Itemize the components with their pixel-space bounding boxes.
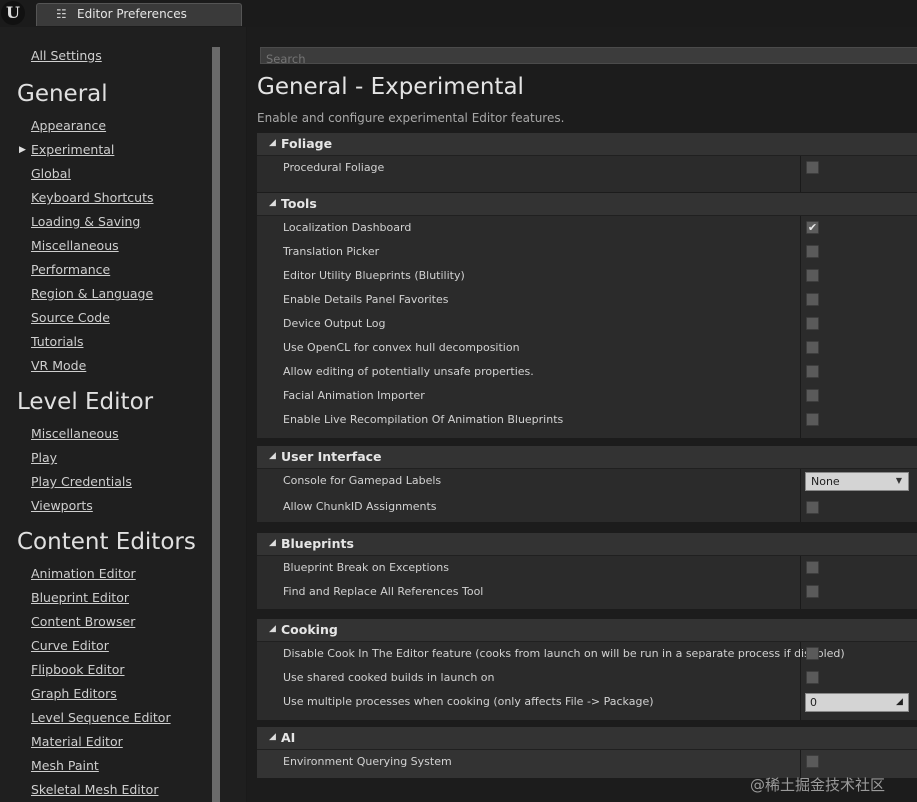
- watermark: @稀土掘金技术社区: [750, 776, 886, 794]
- facial-animation-checkbox[interactable]: [806, 389, 819, 402]
- sidebar-item-loading-saving[interactable]: Loading & Saving: [31, 214, 140, 229]
- sidebar-section-level-editor: Level Editor: [17, 389, 154, 415]
- collapse-arrow-icon: ◢: [269, 624, 276, 634]
- category-blueprints: ◢ Blueprints Blueprint Break on Exception…: [257, 533, 917, 609]
- sidebar-item-tutorials[interactable]: Tutorials: [31, 334, 83, 349]
- setting-row: Use multiple processes when cooking (onl…: [257, 690, 917, 720]
- details-favorites-checkbox[interactable]: [806, 293, 819, 306]
- translation-picker-checkbox[interactable]: [806, 245, 819, 258]
- sidebar-section-general: General: [17, 81, 108, 107]
- title-bar: U ☷ Editor Preferences: [0, 0, 917, 27]
- category-header[interactable]: ◢ Blueprints: [257, 533, 917, 556]
- cooking-processes-input[interactable]: 0 ◢: [805, 693, 909, 712]
- sidebar-scrollbar[interactable]: [212, 47, 220, 802]
- setting-row: Find and Replace All References Tool: [257, 580, 917, 609]
- collapse-arrow-icon: ◢: [269, 732, 276, 742]
- setting-row: Editor Utility Blueprints (Blutility): [257, 264, 917, 288]
- setting-row: Procedural Foliage: [257, 156, 917, 192]
- sidebar-item-keyboard-shortcuts[interactable]: Keyboard Shortcuts: [31, 190, 154, 205]
- find-replace-references-checkbox[interactable]: [806, 585, 819, 598]
- unreal-logo: U: [1, 1, 25, 25]
- category-tools: ◢ Tools Localization Dashboard ✔ Translati…: [257, 193, 917, 438]
- collapse-arrow-icon: ◢: [269, 138, 276, 148]
- environment-querying-checkbox[interactable]: [806, 755, 819, 768]
- sidebar-item-viewports[interactable]: Viewports: [31, 498, 93, 513]
- category-header[interactable]: ◢ AI: [257, 727, 917, 750]
- sidebar-item-material-editor[interactable]: Material Editor: [31, 734, 123, 749]
- sidebar-item-content-browser[interactable]: Content Browser: [31, 614, 135, 629]
- setting-row: Blueprint Break on Exceptions: [257, 556, 917, 580]
- sidebar-item-graph-editors[interactable]: Graph Editors: [31, 686, 117, 701]
- sidebar-item-animation-editor[interactable]: Animation Editor: [31, 566, 136, 581]
- dropdown-arrow-icon: ▼: [895, 476, 902, 485]
- sidebar-item-mesh-paint[interactable]: Mesh Paint: [31, 758, 99, 773]
- sidebar-item-skeletal-mesh-editor[interactable]: Skeletal Mesh Editor: [31, 782, 158, 797]
- tab-label: Editor Preferences: [77, 7, 187, 21]
- sidebar-item-source-code[interactable]: Source Code: [31, 310, 110, 325]
- setting-row: Device Output Log: [257, 312, 917, 336]
- page-description: Enable and configure experimental Editor…: [257, 111, 565, 125]
- setting-row: Translation Picker: [257, 240, 917, 264]
- page-title: General - Experimental: [257, 74, 524, 100]
- sidebar-item-vr-mode[interactable]: VR Mode: [31, 358, 86, 373]
- setting-row: Allow ChunkID Assignments: [257, 495, 917, 522]
- setting-row: Use OpenCL for convex hull decomposition: [257, 336, 917, 360]
- localization-dashboard-checkbox[interactable]: ✔: [806, 221, 819, 234]
- sidebar-item-play-credentials[interactable]: Play Credentials: [31, 474, 132, 489]
- settings-sidebar: All Settings General Appearance ▶ Experi…: [0, 27, 246, 802]
- sidebar-item-flipbook-editor[interactable]: Flipbook Editor: [31, 662, 125, 677]
- category-header[interactable]: ◢ Cooking: [257, 619, 917, 642]
- setting-row: Enable Details Panel Favorites: [257, 288, 917, 312]
- sidebar-section-content-editors: Content Editors: [17, 529, 196, 555]
- resize-grip-icon[interactable]: ◢: [896, 698, 905, 707]
- sidebar-item-play[interactable]: Play: [31, 450, 57, 465]
- settings-sliders-icon: ☷: [56, 7, 67, 21]
- setting-row: Use shared cooked builds in launch on: [257, 666, 917, 690]
- live-recompilation-checkbox[interactable]: [806, 413, 819, 426]
- sidebar-item-performance[interactable]: Performance: [31, 262, 110, 277]
- category-user-interface: ◢ User Interface Console for Gamepad Labe…: [257, 446, 917, 522]
- search-input[interactable]: [261, 52, 911, 67]
- category-header[interactable]: ◢ User Interface: [257, 446, 917, 469]
- gamepad-labels-dropdown[interactable]: None ▼: [805, 472, 909, 491]
- setting-row: Allow editing of potentially unsafe prop…: [257, 360, 917, 384]
- opencl-checkbox[interactable]: [806, 341, 819, 354]
- sidebar-item-level-miscellaneous[interactable]: Miscellaneous: [31, 426, 119, 441]
- collapse-arrow-icon: ◢: [269, 538, 276, 548]
- sidebar-item-curve-editor[interactable]: Curve Editor: [31, 638, 109, 653]
- setting-row: Facial Animation Importer: [257, 384, 917, 408]
- sidebar-item-miscellaneous[interactable]: Miscellaneous: [31, 238, 119, 253]
- sidebar-item-region-language[interactable]: Region & Language: [31, 286, 153, 301]
- procedural-foliage-checkbox[interactable]: [806, 161, 819, 174]
- device-output-log-checkbox[interactable]: [806, 317, 819, 330]
- sidebar-item-global[interactable]: Global: [31, 166, 71, 181]
- setting-row: Localization Dashboard ✔: [257, 216, 917, 240]
- chunkid-checkbox[interactable]: [806, 501, 819, 514]
- tab-editor-preferences[interactable]: ☷ Editor Preferences: [36, 3, 242, 26]
- unsafe-properties-checkbox[interactable]: [806, 365, 819, 378]
- setting-row: Console for Gamepad Labels None ▼: [257, 469, 917, 495]
- collapse-arrow-icon: ◢: [269, 198, 276, 208]
- category-foliage: ◢ Foliage Procedural Foliage: [257, 133, 917, 192]
- category-ai: ◢ AI Environment Querying System: [257, 727, 917, 778]
- blutility-checkbox[interactable]: [806, 269, 819, 282]
- collapse-arrow-icon: ◢: [269, 451, 276, 461]
- category-cooking: ◢ Cooking Disable Cook In The Editor feat…: [257, 619, 917, 720]
- sidebar-item-level-sequence-editor[interactable]: Level Sequence Editor: [31, 710, 171, 725]
- shared-cooked-builds-checkbox[interactable]: [806, 671, 819, 684]
- sidebar-all-settings[interactable]: All Settings: [31, 48, 102, 63]
- sidebar-item-appearance[interactable]: Appearance: [31, 118, 106, 133]
- category-header[interactable]: ◢ Foliage: [257, 133, 917, 156]
- setting-row: Disable Cook In The Editor feature (cook…: [257, 642, 917, 666]
- sidebar-item-experimental[interactable]: Experimental: [31, 142, 114, 157]
- category-header[interactable]: ◢ Tools: [257, 193, 917, 216]
- sidebar-item-blueprint-editor[interactable]: Blueprint Editor: [31, 590, 129, 605]
- disable-cook-in-editor-checkbox[interactable]: [806, 647, 819, 660]
- selected-arrow-icon: ▶: [19, 145, 26, 155]
- setting-row: Enable Live Recompilation Of Animation B…: [257, 408, 917, 438]
- search-box[interactable]: [260, 47, 917, 67]
- details-panel: General - Experimental Enable and config…: [247, 27, 917, 802]
- break-on-exceptions-checkbox[interactable]: [806, 561, 819, 574]
